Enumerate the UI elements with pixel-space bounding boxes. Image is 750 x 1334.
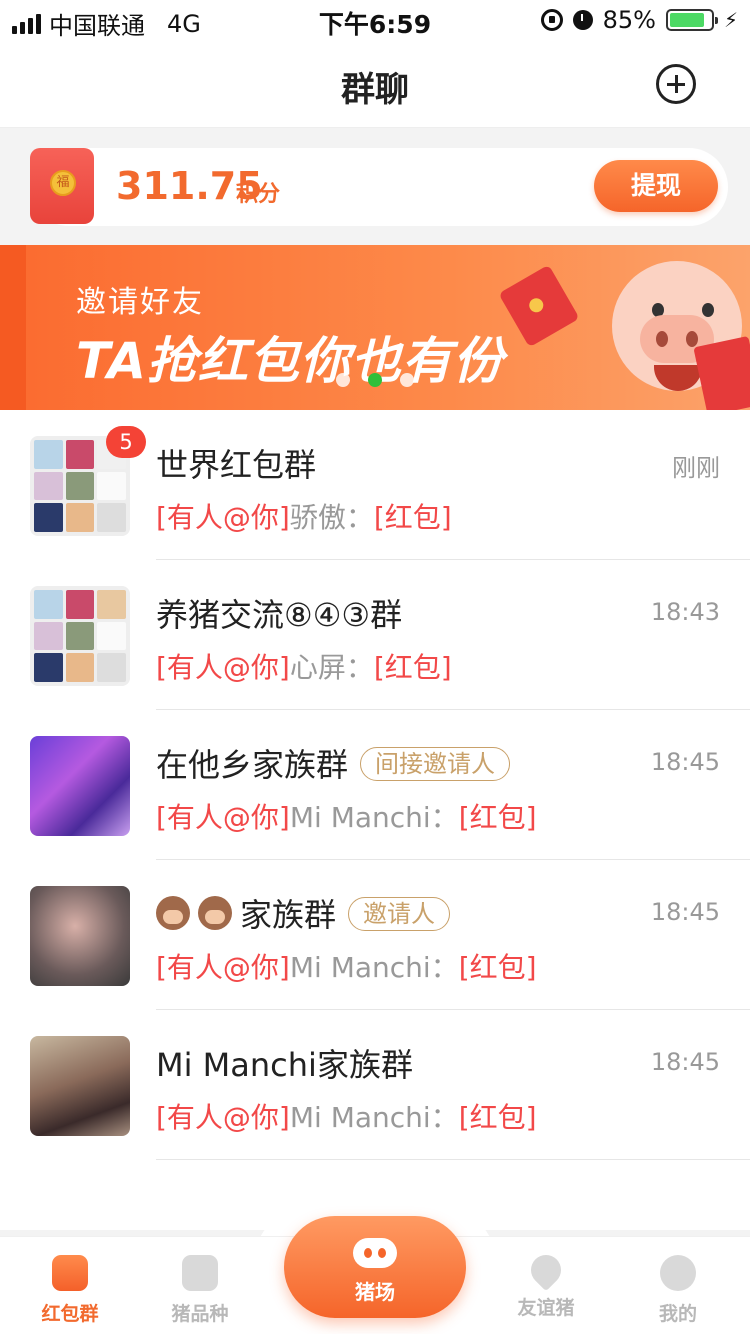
chat-time: 18:43: [650, 598, 720, 626]
preview-content: [红包]: [373, 651, 452, 684]
status-bar: 中国联通 4G 下午6:59 85% ⚡: [0, 0, 750, 40]
chat-name-text: 家族群: [240, 896, 337, 934]
mention-tag: [有人@你]: [156, 801, 290, 834]
pig-face-icon: [353, 1238, 397, 1268]
unread-badge: 5: [106, 426, 146, 458]
plus-circle-icon[interactable]: [656, 64, 696, 104]
chat-preview: [有人@你]骄傲：[红包]: [156, 496, 452, 536]
preview-sender: Mi Manchi：: [289, 801, 459, 834]
chat-name-text: 在他乡家族群: [156, 746, 349, 784]
group-avatar: [30, 886, 130, 986]
nav-bar: 群聊: [0, 40, 750, 128]
orientation-lock-icon: [540, 9, 563, 31]
group-avatar: [30, 586, 130, 686]
chat-name: 在他乡家族群 间接邀请人: [156, 740, 511, 786]
tab-label: 友谊猪: [517, 1297, 575, 1319]
tab-pig-breeds[interactable]: 猪品种: [145, 1255, 255, 1326]
tab-me[interactable]: 我的: [623, 1255, 733, 1326]
preview-sender: Mi Manchi：: [289, 1101, 459, 1134]
charging-icon: ⚡: [723, 8, 738, 32]
tab-label: 猪品种: [171, 1303, 229, 1325]
chat-time: 刚刚: [672, 454, 720, 482]
battery-icon: [665, 9, 718, 31]
preview-sender: 心屏：: [289, 651, 374, 684]
tab-red-envelope-groups[interactable]: 红包群: [15, 1255, 125, 1326]
chat-row[interactable]: 在他乡家族群 间接邀请人 18:45 [有人@你]Mi Manchi：[红包]: [0, 710, 750, 860]
divider: [156, 1159, 750, 1160]
chat-preview: [有人@你]Mi Manchi：[红包]: [156, 796, 537, 836]
chat-preview: [有人@你]Mi Manchi：[红包]: [156, 1096, 537, 1136]
preview-content: [红包]: [373, 501, 452, 534]
withdraw-button[interactable]: 提现: [594, 160, 718, 212]
tab-label: 红包群: [41, 1303, 99, 1325]
red-envelope-icon: 福: [30, 148, 94, 224]
chat-name: Mi Manchi家族群: [156, 1046, 413, 1084]
preview-sender: 骄傲：: [289, 501, 374, 534]
red-envelope-illustration: [498, 264, 580, 348]
alarm-icon: [572, 10, 593, 30]
preview-content: [红包]: [458, 1101, 537, 1134]
group-avatar: [30, 1036, 130, 1136]
carousel-dot[interactable]: [336, 373, 350, 387]
pig-held-envelope: [693, 335, 750, 410]
tab-pig-farm[interactable]: 猪场: [284, 1216, 466, 1318]
see-no-evil-monkey-icon: [198, 896, 232, 930]
banner-title: TA抢红包你也有份: [76, 332, 504, 390]
inviter-tag: 邀请人: [348, 897, 451, 931]
preview-content: [红包]: [458, 801, 537, 834]
banner-subtitle: 邀请好友: [76, 285, 204, 320]
heart-icon: [524, 1248, 568, 1292]
battery-percent: 85%: [602, 6, 656, 34]
mention-tag: [有人@你]: [156, 651, 290, 684]
points-unit: 积分: [236, 182, 281, 207]
chat-preview: [有人@你]Mi Manchi：[红包]: [156, 946, 537, 986]
smile-icon: [660, 1255, 696, 1291]
carousel-dot[interactable]: [400, 373, 414, 387]
chat-row[interactable]: 养猪交流⑧④③群 18:43 [有人@你]心屏：[红包]: [0, 560, 750, 710]
banner-prev-slide-edge: [0, 245, 26, 410]
chat-row[interactable]: Mi Manchi家族群 18:45 [有人@你]Mi Manchi：[红包]: [0, 1010, 750, 1160]
preview-content: [红包]: [458, 951, 537, 984]
chat-name: 家族群 邀请人: [156, 890, 451, 936]
chat-time: 18:45: [650, 898, 720, 926]
chat-list: 5 世界红包群 刚刚 [有人@你]骄傲：[红包] 养猪交流⑧④③群 18:43 …: [0, 410, 750, 1230]
carousel-indicator: [336, 373, 414, 387]
chat-name: 世界红包群: [156, 446, 317, 484]
group-avatar: [30, 736, 130, 836]
status-right: 85% ⚡: [540, 6, 738, 34]
fortune-coin-icon: 福: [50, 170, 76, 196]
mention-tag: [有人@你]: [156, 951, 290, 984]
inviter-tag: 间接邀请人: [360, 747, 511, 781]
chat-time: 18:45: [650, 748, 720, 776]
tab-friendship-pig[interactable]: 友谊猪: [491, 1248, 601, 1320]
chat-name: 养猪交流⑧④③群: [156, 596, 403, 634]
preview-sender: Mi Manchi：: [289, 951, 459, 984]
chat-preview: [有人@你]心屏：[红包]: [156, 646, 452, 686]
tab-label: 我的: [658, 1303, 697, 1325]
points-card: 福 311.75 积分 提现: [30, 148, 728, 226]
red-envelope-icon: [52, 1255, 88, 1291]
see-no-evil-monkey-icon: [156, 896, 190, 930]
page-title: 群聊: [341, 70, 409, 110]
carousel-dot-active[interactable]: [368, 373, 382, 387]
list-icon: [182, 1255, 218, 1291]
mention-tag: [有人@你]: [156, 1101, 290, 1134]
chat-row[interactable]: 家族群 邀请人 18:45 [有人@你]Mi Manchi：[红包]: [0, 860, 750, 1010]
chat-row[interactable]: 5 世界红包群 刚刚 [有人@你]骄傲：[红包]: [0, 410, 750, 560]
pig-eye-right: [702, 303, 714, 317]
chat-time: 18:45: [650, 1048, 720, 1076]
mention-tag: [有人@你]: [156, 501, 290, 534]
tab-label: 猪场: [355, 1280, 395, 1304]
